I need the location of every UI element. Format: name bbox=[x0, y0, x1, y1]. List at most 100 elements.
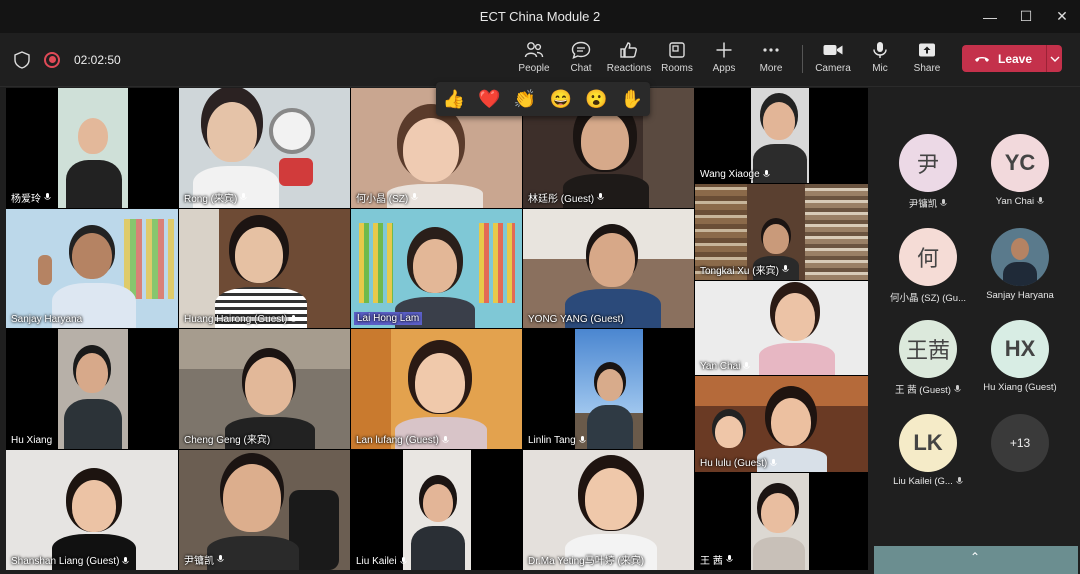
video-tile[interactable]: Liu Kailei bbox=[351, 450, 522, 570]
applause-reaction-icon[interactable]: 👏 bbox=[514, 90, 536, 108]
chevron-down-icon bbox=[1050, 56, 1059, 62]
video-tile[interactable]: Sanjay Haryana bbox=[6, 209, 178, 328]
chat-button[interactable]: Chat bbox=[555, 39, 607, 81]
mic-icon bbox=[442, 436, 449, 443]
participant-card[interactable]: 王茜 王 茜 (Guest) bbox=[880, 320, 976, 396]
mic-icon bbox=[782, 265, 789, 272]
video-tile[interactable]: 王 茜 bbox=[695, 473, 868, 570]
mic-off-icon bbox=[1037, 197, 1044, 204]
close-icon[interactable]: ✕ bbox=[1044, 0, 1080, 33]
mic-icon bbox=[217, 555, 224, 562]
share-button[interactable]: Share bbox=[901, 39, 953, 81]
video-tile[interactable]: 杨爱玲 bbox=[6, 88, 178, 208]
video-tile[interactable]: Tongkai Xu (来宾) bbox=[695, 184, 868, 280]
participant-name: Sanjay Haryana bbox=[11, 314, 83, 325]
window-controls: — ☐ ✕ bbox=[972, 0, 1080, 33]
reactions-button[interactable]: Reactions bbox=[603, 39, 655, 81]
leave-button[interactable]: Leave bbox=[962, 45, 1062, 72]
video-tile[interactable]: Rong (来宾) bbox=[179, 88, 350, 208]
participant-name: Sanjay Haryana bbox=[986, 290, 1054, 301]
participant-name: Hu Xiang bbox=[11, 435, 53, 446]
self-view-thumbnail[interactable]: ⌃ bbox=[874, 546, 1078, 574]
video-tile[interactable]: 尹镛凯 bbox=[179, 450, 350, 570]
video-tile[interactable]: Yan Chai bbox=[695, 281, 868, 375]
surprised-reaction-icon[interactable]: 😮 bbox=[585, 90, 607, 108]
participant-card[interactable]: YC Yan Chai bbox=[972, 134, 1068, 207]
avatar: HX bbox=[991, 320, 1049, 378]
heart-reaction-icon[interactable]: ❤️ bbox=[478, 90, 500, 108]
maximize-icon[interactable]: ☐ bbox=[1008, 0, 1044, 33]
people-icon bbox=[524, 39, 544, 61]
avatar: LK bbox=[899, 414, 957, 472]
participant-name: Tongkai Xu (来宾) bbox=[700, 262, 789, 277]
chevron-up-icon[interactable]: ⌃ bbox=[970, 550, 980, 564]
video-tile[interactable]: Dr.Ma Yeting马叶婷 (来宾) bbox=[523, 450, 694, 570]
participant-name: 尹镛凯 bbox=[184, 552, 224, 567]
more-participants-button[interactable]: +13 bbox=[972, 414, 1068, 472]
video-tile[interactable]: Hu Xiang bbox=[6, 329, 178, 449]
video-tile[interactable]: Lai Hong Lam bbox=[351, 209, 522, 328]
video-tile[interactable]: Wang Xiaoge bbox=[695, 88, 868, 183]
apps-button[interactable]: Apps bbox=[698, 39, 750, 81]
chat-label: Chat bbox=[570, 63, 592, 74]
participant-name: Huang Hairong (Guest) bbox=[184, 314, 297, 325]
participant-name: YONG YANG (Guest) bbox=[528, 314, 624, 325]
video-tile[interactable]: Huang Hairong (Guest) bbox=[179, 209, 350, 328]
avatar: 何 bbox=[899, 228, 957, 286]
mic-label: Mic bbox=[872, 63, 888, 74]
more-button[interactable]: More bbox=[745, 39, 797, 81]
hang-up-icon bbox=[975, 56, 989, 62]
reactions-icon bbox=[619, 39, 639, 61]
participant-name: Liu Kailei bbox=[356, 556, 407, 567]
rooms-button[interactable]: Rooms bbox=[651, 39, 703, 81]
leave-main[interactable]: Leave bbox=[962, 52, 1036, 66]
people-button[interactable]: People bbox=[508, 39, 560, 81]
participant-card[interactable]: 尹 尹镛凯 bbox=[880, 134, 976, 210]
video-tile[interactable]: Shanshan Liang (Guest) bbox=[6, 450, 178, 570]
more-icon bbox=[761, 39, 781, 61]
share-icon bbox=[917, 39, 937, 61]
shield-icon[interactable] bbox=[14, 50, 30, 69]
participant-card[interactable]: LK Liu Kailei (G... bbox=[880, 414, 976, 487]
mic-icon bbox=[597, 193, 604, 200]
video-tile[interactable]: Linlin Tang bbox=[523, 329, 694, 449]
more-label: More bbox=[759, 63, 783, 74]
participant-name: Rong (来宾) bbox=[184, 190, 247, 205]
participant-name: Shanshan Liang (Guest) bbox=[11, 556, 130, 567]
camera-button[interactable]: Camera bbox=[807, 39, 859, 81]
laugh-reaction-icon[interactable]: 😄 bbox=[550, 90, 572, 108]
avatar: YC bbox=[991, 134, 1049, 192]
avatar: 王茜 bbox=[899, 320, 957, 378]
mic-icon bbox=[399, 557, 407, 564]
participant-name: Hu lulu (Guest) bbox=[700, 458, 777, 469]
participant-name: 杨爱玲 bbox=[11, 190, 51, 205]
window-title: ECT China Module 2 bbox=[479, 9, 601, 24]
mic-off-icon bbox=[954, 384, 961, 392]
minimize-icon[interactable]: — bbox=[972, 0, 1008, 33]
people-label: People bbox=[518, 63, 550, 74]
participant-name: Wang Xiaoge bbox=[700, 169, 770, 180]
video-tile[interactable]: YONG YANG (Guest) bbox=[523, 209, 694, 328]
title-bar: ECT China Module 2 — ☐ ✕ bbox=[0, 0, 1080, 33]
share-label: Share bbox=[913, 63, 941, 74]
meeting-status: 02:02:50 bbox=[14, 33, 121, 86]
video-tile[interactable]: Lan lufang (Guest) bbox=[351, 329, 522, 449]
like-reaction-icon[interactable]: 👍 bbox=[443, 90, 465, 108]
chat-icon bbox=[571, 39, 591, 61]
participant-card[interactable]: 何 何小晶 (SZ) (Gu... bbox=[880, 228, 976, 304]
camera-label: Camera bbox=[815, 63, 851, 74]
participant-name: 何小晶 (SZ) bbox=[356, 190, 418, 205]
camera-icon bbox=[822, 39, 844, 61]
leave-options-button[interactable] bbox=[1047, 56, 1062, 62]
raise-hand-icon[interactable]: ✋ bbox=[621, 90, 643, 108]
mic-button[interactable]: Mic bbox=[854, 39, 906, 81]
more-participants-count: +13 bbox=[991, 414, 1049, 472]
recording-icon bbox=[44, 51, 60, 68]
video-grid: 杨爱玲 Rong (来宾) 何小晶 (SZ) 林廷彤 (Guest) Wang … bbox=[6, 88, 868, 570]
participant-card[interactable]: Sanjay Haryana bbox=[972, 228, 1068, 301]
video-tile[interactable]: Hu lulu (Guest) bbox=[695, 376, 868, 472]
mic-icon bbox=[770, 459, 777, 466]
avatar bbox=[991, 228, 1049, 286]
video-tile[interactable]: Cheng Geng (来宾) bbox=[179, 329, 350, 449]
participant-card[interactable]: HX Hu Xiang (Guest) bbox=[972, 320, 1068, 393]
